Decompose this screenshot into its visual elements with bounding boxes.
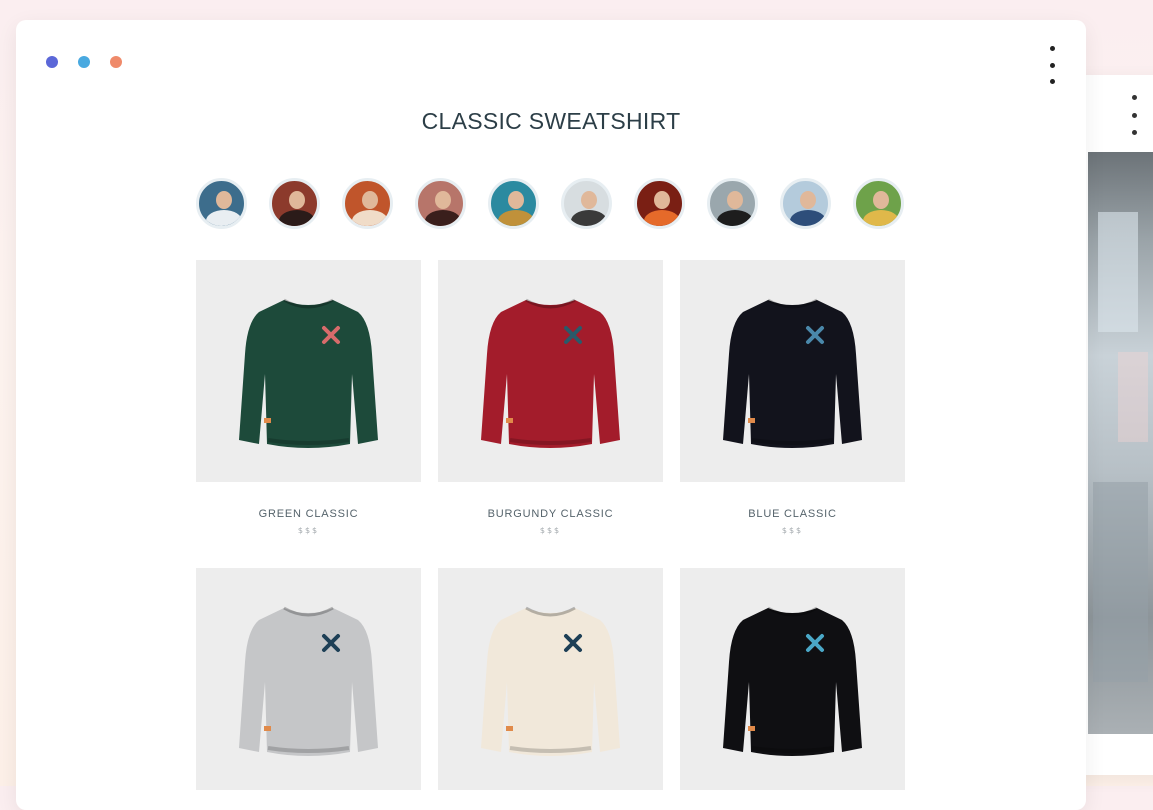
product-image[interactable] xyxy=(438,568,663,790)
product-name[interactable]: BURGUNDY CLASSIC xyxy=(438,508,663,520)
product-card[interactable]: GREEN CLASSIC $$$ xyxy=(196,260,421,535)
window-dot-coral[interactable] xyxy=(110,56,122,68)
story-avatar-body xyxy=(571,210,607,226)
story-avatar-face xyxy=(654,191,670,209)
product-price: $$$ xyxy=(297,526,320,535)
product-name[interactable]: GREEN CLASSIC xyxy=(196,508,421,520)
story-avatar-body xyxy=(498,210,534,226)
story-avatar-face xyxy=(216,191,232,209)
product-price: $$$ xyxy=(539,526,562,535)
story-avatar-face xyxy=(727,191,743,209)
story-avatar[interactable] xyxy=(780,178,831,229)
story-avatar-face xyxy=(289,191,305,209)
main-window: CLASSIC SWEATSHIRT GREEN CLASSIC $$$ BURGU… xyxy=(16,20,1086,810)
sweatshirt-illustration xyxy=(239,606,378,756)
story-avatar-body xyxy=(352,210,388,226)
sweatshirt-illustration xyxy=(481,606,620,756)
story-avatar[interactable] xyxy=(634,178,685,229)
story-avatar-body xyxy=(790,210,826,226)
story-avatar[interactable] xyxy=(561,178,612,229)
story-avatar-body xyxy=(425,210,461,226)
story-avatar[interactable] xyxy=(342,178,393,229)
product-image[interactable] xyxy=(680,260,905,482)
product-card[interactable] xyxy=(196,535,421,790)
story-avatar[interactable] xyxy=(707,178,758,229)
product-card[interactable] xyxy=(438,535,663,790)
story-avatar[interactable] xyxy=(488,178,539,229)
story-avatar-face xyxy=(362,191,378,209)
window-controls xyxy=(46,56,122,68)
product-image[interactable] xyxy=(438,260,663,482)
sweatshirt-illustration xyxy=(239,298,378,448)
page-title: CLASSIC SWEATSHIRT xyxy=(421,108,681,134)
story-avatar-body xyxy=(206,210,242,226)
background-window-photo xyxy=(1088,152,1153,734)
story-avatar[interactable] xyxy=(415,178,466,229)
product-grid: GREEN CLASSIC $$$ BURGUNDY CLASSIC $$$ BLUE … xyxy=(196,260,905,790)
product-card[interactable] xyxy=(680,535,905,790)
product-name[interactable]: BLUE CLASSIC xyxy=(680,508,905,520)
window-dot-blue[interactable] xyxy=(46,56,58,68)
product-image[interactable] xyxy=(680,568,905,790)
story-avatar-body xyxy=(863,210,899,226)
window-dot-cyan[interactable] xyxy=(78,56,90,68)
product-image[interactable] xyxy=(196,568,421,790)
kebab-menu-icon[interactable] xyxy=(1046,46,1058,84)
product-price: $$$ xyxy=(781,526,804,535)
story-avatar[interactable] xyxy=(269,178,320,229)
story-avatar-face xyxy=(873,191,889,209)
product-card[interactable]: BLUE CLASSIC $$$ xyxy=(680,260,905,535)
story-avatar-body xyxy=(717,210,753,226)
story-avatar-face xyxy=(508,191,524,209)
story-avatar-face xyxy=(581,191,597,209)
story-avatar[interactable] xyxy=(853,178,904,229)
sweatshirt-illustration xyxy=(481,298,620,448)
product-card[interactable]: BURGUNDY CLASSIC $$$ xyxy=(438,260,663,535)
product-image[interactable] xyxy=(196,260,421,482)
story-avatar-face xyxy=(800,191,816,209)
stories-bar xyxy=(196,178,904,229)
sweatshirt-illustration xyxy=(723,298,862,448)
story-avatar-face xyxy=(435,191,451,209)
background-window-menu-icon[interactable] xyxy=(1126,95,1142,135)
story-avatar-body xyxy=(279,210,315,226)
story-avatar[interactable] xyxy=(196,178,247,229)
sweatshirt-illustration xyxy=(723,606,862,756)
story-avatar-body xyxy=(644,210,680,226)
